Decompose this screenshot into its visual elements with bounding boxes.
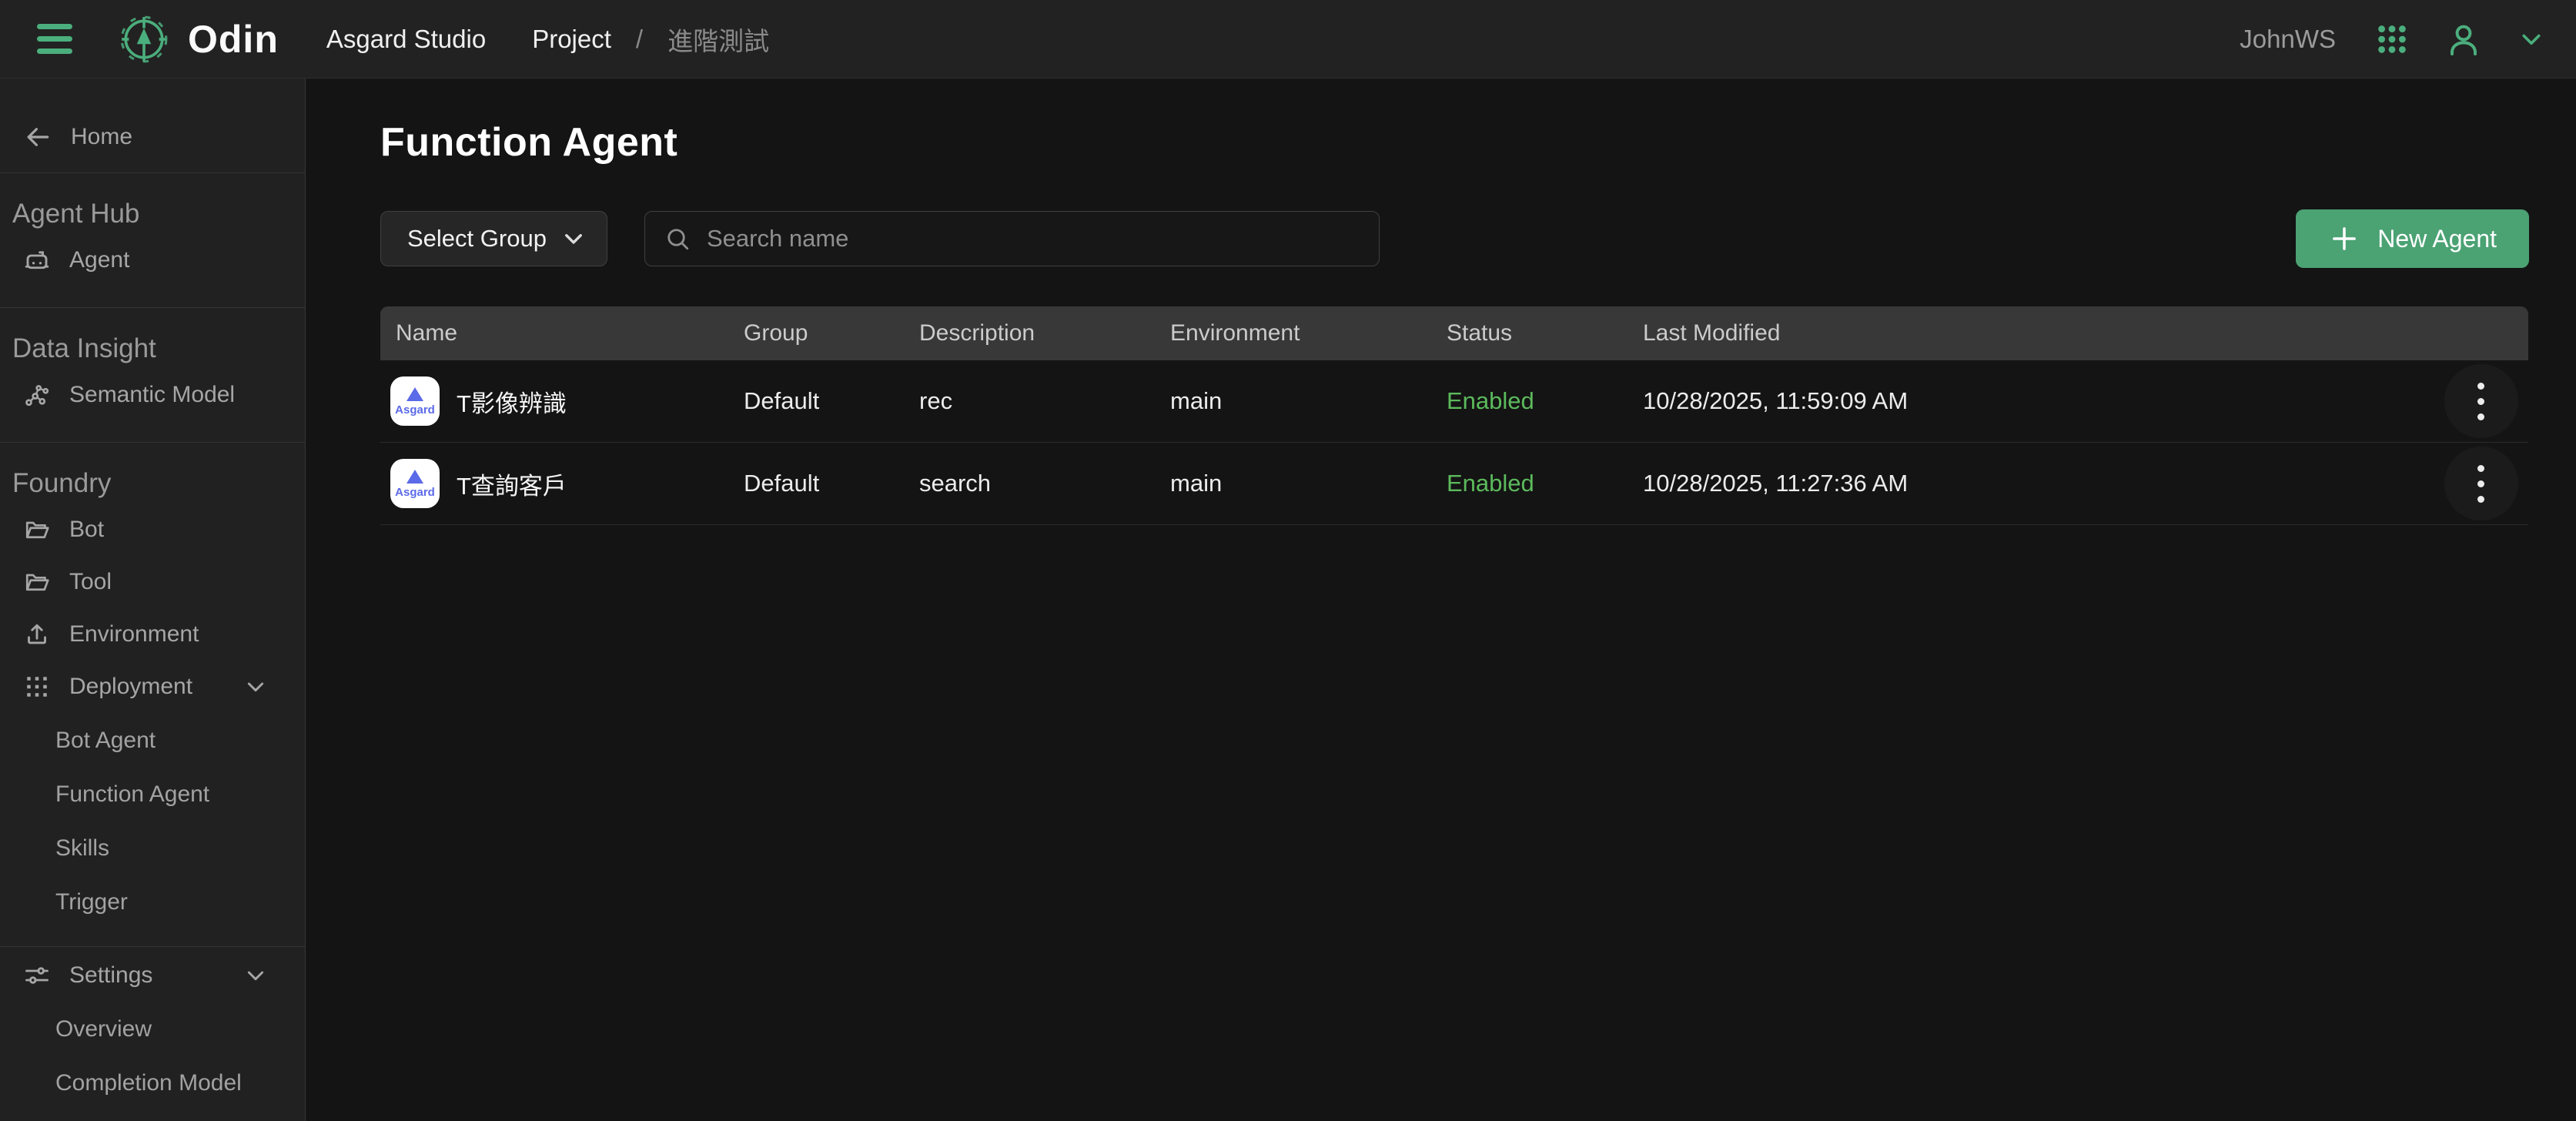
toolbar: Select Group New Agent <box>380 209 2529 268</box>
agent-name: T查詢客戶 <box>457 467 567 501</box>
breadcrumb: Project / 進階測試 <box>486 21 769 58</box>
plus-icon <box>2328 223 2360 255</box>
sidebar-item-deployment[interactable]: Deployment <box>0 663 305 711</box>
username-label: JohnWS <box>2240 25 2336 54</box>
asgard-triangle-icon <box>406 387 423 401</box>
group-filter-label: Select Group <box>407 225 547 253</box>
sidebar-item-overview[interactable]: Overview <box>0 1006 305 1053</box>
column-header-last-modified: Last Modified <box>1643 320 2434 346</box>
section-title-agent-hub: Agent Hub <box>0 196 305 232</box>
breadcrumb-current: 進階測試 <box>667 21 769 58</box>
grid-icon <box>23 673 51 701</box>
brand-title: Odin <box>188 17 279 62</box>
kebab-menu-icon[interactable] <box>2444 364 2518 438</box>
sidebar-item-home[interactable]: Home <box>0 112 305 162</box>
agent-last-modified: 10/28/2025, 11:59:09 AM <box>1643 387 2434 415</box>
sidebar-semantic-model-label: Semantic Model <box>69 382 235 408</box>
graph-icon <box>23 381 51 409</box>
agent-name-cell: Asgard T影像辨識 <box>380 376 744 426</box>
column-header-status: Status <box>1447 320 1643 346</box>
agent-environment: main <box>1170 387 1447 415</box>
column-header-environment: Environment <box>1170 320 1447 346</box>
chevron-down-icon <box>560 226 587 252</box>
agent-environment: main <box>1170 470 1447 497</box>
agent-last-modified: 10/28/2025, 11:27:36 AM <box>1643 470 2434 497</box>
robot-icon <box>23 246 51 274</box>
page-title: Function Agent <box>380 122 2529 163</box>
sidebar-agent-label: Agent <box>69 247 129 273</box>
sidebar-item-bot-agent[interactable]: Bot Agent <box>0 717 305 765</box>
sidebar-item-tool[interactable]: Tool <box>0 558 305 606</box>
avatar-label: Asgard <box>395 487 435 498</box>
sidebar-tool-label: Tool <box>69 569 112 595</box>
agent-description: rec <box>919 387 1170 415</box>
sidebar-item-agent[interactable]: Agent <box>0 236 305 284</box>
chevron-down-icon <box>243 674 268 699</box>
section-title-foundry: Foundry <box>0 466 305 501</box>
sidebar-divider <box>0 307 305 308</box>
sidebar-divider <box>0 946 305 947</box>
sidebar-divider <box>0 442 305 443</box>
breadcrumb-separator: / <box>636 25 643 54</box>
chevron-down-icon[interactable] <box>2517 25 2545 53</box>
main-content: Function Agent Select Group New Agent Na… <box>306 79 2576 1121</box>
new-agent-button[interactable]: New Agent <box>2296 209 2529 268</box>
studio-title: Asgard Studio <box>326 25 486 54</box>
agent-name-cell: Asgard T查詢客戶 <box>380 459 744 508</box>
search-icon <box>664 225 691 253</box>
new-agent-label: New Agent <box>2377 225 2497 253</box>
sidebar-item-semantic-model[interactable]: Semantic Model <box>0 371 305 419</box>
sidebar-deployment-label: Deployment <box>69 674 192 700</box>
column-header-group: Group <box>744 320 919 346</box>
sidebar-item-completion-model[interactable]: Completion Model <box>0 1059 305 1107</box>
kebab-menu-icon[interactable] <box>2444 447 2518 520</box>
avatar-label: Asgard <box>395 404 435 416</box>
sidebar-item-trigger[interactable]: Trigger <box>0 878 305 926</box>
chevron-down-icon <box>243 963 268 988</box>
folder-icon <box>23 568 51 596</box>
sidebar-bot-label: Bot <box>69 517 104 543</box>
sidebar-divider <box>0 172 305 173</box>
search-input[interactable] <box>705 224 1360 253</box>
sidebar: Home Agent Hub Agent Data Insight Semant… <box>0 79 306 1121</box>
sidebar-item-environment[interactable]: Environment <box>0 611 305 658</box>
status-badge: Enabled <box>1447 387 1643 415</box>
sidebar-item-skills[interactable]: Skills <box>0 825 305 872</box>
menu-icon[interactable] <box>37 24 72 54</box>
column-header-description: Description <box>919 320 1170 346</box>
odin-logo[interactable] <box>119 14 169 65</box>
agent-avatar: Asgard <box>390 459 440 508</box>
sliders-icon <box>23 962 51 989</box>
column-header-name: Name <box>380 320 744 346</box>
section-title-data-insight: Data Insight <box>0 331 305 366</box>
search-box <box>644 211 1380 266</box>
table-row: Asgard T影像辨識 Default rec main Enabled 10… <box>380 360 2528 443</box>
agent-name: T影像辨識 <box>457 384 567 419</box>
agents-table: Name Group Description Environment Statu… <box>380 306 2528 525</box>
agent-group: Default <box>744 387 919 415</box>
agent-group: Default <box>744 470 919 497</box>
sidebar-environment-label: Environment <box>69 621 199 648</box>
agent-avatar: Asgard <box>390 376 440 426</box>
upload-icon <box>23 621 51 648</box>
sidebar-settings-label: Settings <box>69 962 152 989</box>
agent-description: search <box>919 470 1170 497</box>
apps-grid-icon[interactable] <box>2374 22 2410 57</box>
user-icon[interactable] <box>2445 21 2482 58</box>
sidebar-item-function-agent[interactable]: Function Agent <box>0 771 305 818</box>
topbar: Odin Asgard Studio Project / 進階測試 JohnWS <box>0 0 2576 79</box>
status-badge: Enabled <box>1447 470 1643 497</box>
sidebar-home-label: Home <box>71 124 132 150</box>
table-row: Asgard T查詢客戶 Default search main Enabled… <box>380 443 2528 525</box>
breadcrumb-project[interactable]: Project <box>532 25 611 54</box>
sidebar-item-bot[interactable]: Bot <box>0 506 305 554</box>
arrow-left-icon <box>23 122 52 152</box>
sidebar-item-settings[interactable]: Settings <box>0 952 305 999</box>
group-filter-select[interactable]: Select Group <box>380 211 607 266</box>
table-header-row: Name Group Description Environment Statu… <box>380 306 2528 360</box>
asgard-triangle-icon <box>406 470 423 484</box>
folder-icon <box>23 516 51 544</box>
